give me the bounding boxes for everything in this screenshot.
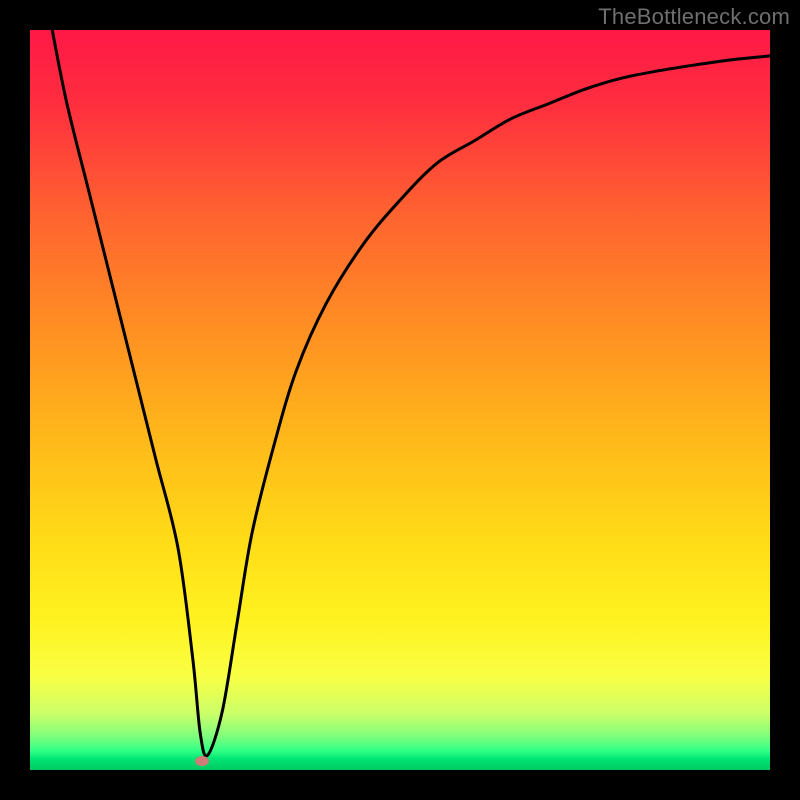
chart-curve: [30, 30, 770, 770]
optimum-marker: [195, 756, 209, 766]
chart-frame: [30, 30, 770, 770]
attribution-text: TheBottleneck.com: [598, 4, 790, 30]
